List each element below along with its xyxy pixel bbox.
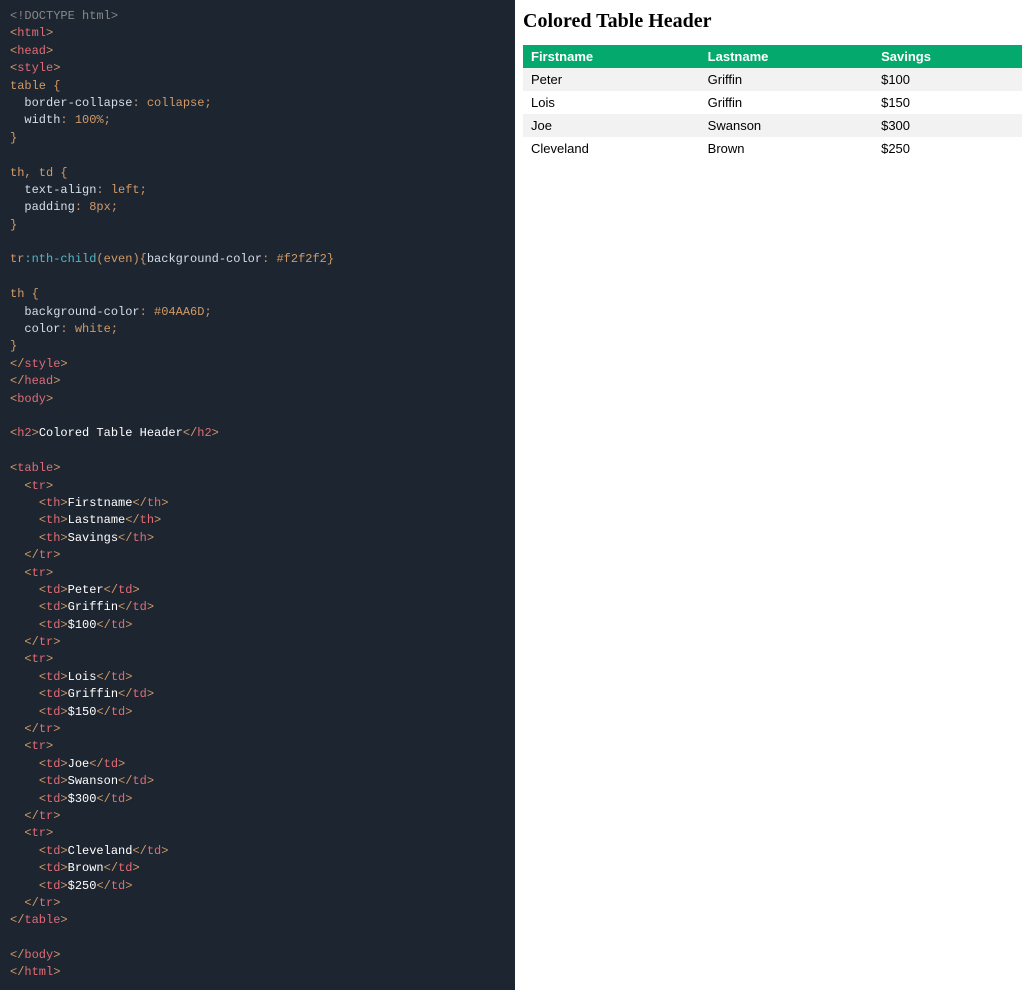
- table-header-row: Firstname Lastname Savings: [523, 45, 1022, 68]
- table-row: Lois Griffin $150: [523, 91, 1022, 114]
- table-row: Cleveland Brown $250: [523, 137, 1022, 160]
- preview-pane: Colored Table Header Firstname Lastname …: [515, 0, 1030, 990]
- code-editor[interactable]: <!DOCTYPE html> <html> <head> <style> ta…: [0, 0, 515, 990]
- col-firstname: Firstname: [523, 45, 700, 68]
- preview-table: Firstname Lastname Savings Peter Griffin…: [523, 45, 1022, 160]
- col-savings: Savings: [873, 45, 1022, 68]
- page-title: Colored Table Header: [523, 10, 1022, 33]
- col-lastname: Lastname: [700, 45, 873, 68]
- table-row: Joe Swanson $300: [523, 114, 1022, 137]
- code-doctype: <!DOCTYPE html>: [10, 9, 118, 23]
- table-row: Peter Griffin $100: [523, 68, 1022, 91]
